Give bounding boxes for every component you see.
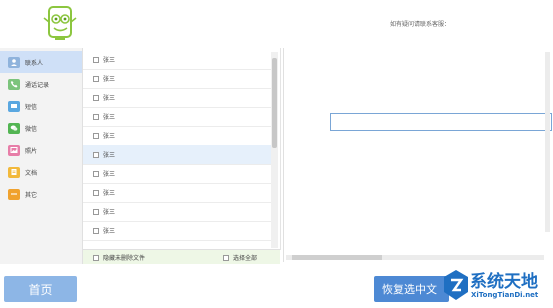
contact-name: 张三: [103, 171, 116, 178]
sidebar-item-label: 短信: [25, 103, 38, 111]
contact-row[interactable]: 张三: [83, 221, 273, 241]
preview-pane: [283, 48, 552, 262]
contact-row[interactable]: 张三: [83, 126, 273, 146]
contact-name: 张三: [103, 190, 116, 197]
sidebar-item-contacts[interactable]: 联系人: [0, 51, 82, 73]
restore-selected-button[interactable]: 恢复选中文: [374, 276, 449, 302]
contact-row[interactable]: 张三: [83, 88, 273, 108]
preview-horizontal-scrollbar[interactable]: [286, 255, 544, 260]
contact-row[interactable]: 张三: [83, 107, 273, 127]
row-checkbox[interactable]: [93, 75, 99, 82]
contact-name: 张三: [103, 209, 116, 216]
wechat-icon: [8, 122, 20, 134]
row-checkbox[interactable]: [93, 132, 99, 139]
row-checkbox[interactable]: [93, 189, 99, 196]
sidebar-item-other[interactable]: 其它: [0, 183, 82, 205]
sidebar-item-wechat[interactable]: 微信: [0, 117, 82, 139]
sidebar-item-photos[interactable]: 照片: [0, 139, 82, 161]
row-checkbox[interactable]: [93, 113, 99, 120]
contact-row[interactable]: 张三: [83, 145, 273, 165]
phone-icon: [8, 78, 20, 90]
sidebar-item-label: 照片: [25, 147, 38, 155]
document-icon: [8, 166, 20, 178]
contact-name: 张三: [103, 133, 116, 140]
contact-row[interactable]: 张三: [83, 202, 273, 222]
sidebar: 联系人 通话记录 短信 微信 照片 文档 其它: [0, 48, 83, 264]
contact-name: 张三: [103, 228, 116, 235]
sidebar-item-call-log[interactable]: 通话记录: [0, 73, 82, 95]
preview-vertical-scrollbar[interactable]: [545, 52, 550, 232]
contact-name: 张三: [103, 57, 116, 64]
contact-name: 张三: [103, 114, 116, 121]
other-icon: [8, 188, 20, 200]
row-checkbox[interactable]: [93, 56, 99, 63]
contact-row[interactable]: 张三: [83, 69, 273, 89]
contact-row[interactable]: 张三: [83, 50, 273, 70]
select-all-label: 选择全部: [233, 255, 258, 262]
contact-name: 张三: [103, 76, 116, 83]
select-all-checkbox[interactable]: [223, 254, 230, 261]
contact-row[interactable]: 张三: [83, 164, 273, 184]
contact-row[interactable]: 张三: [83, 183, 273, 203]
sidebar-item-documents[interactable]: 文档: [0, 161, 82, 183]
contact-list: 张三 张三 张三 张三 张三 张三 张三 张三 张三 张三: [83, 48, 281, 250]
row-checkbox[interactable]: [93, 227, 99, 234]
sidebar-item-label: 微信: [25, 125, 38, 133]
watermark: 系统天地 XiTongTianDi.net: [440, 264, 553, 308]
row-checkbox[interactable]: [93, 208, 99, 215]
header: 如有疑问请联系客服：: [0, 0, 553, 46]
row-checkbox[interactable]: [93, 151, 99, 158]
app-logo: [40, 4, 80, 42]
row-checkbox[interactable]: [93, 170, 99, 177]
photo-icon: [8, 144, 20, 156]
row-checkbox[interactable]: [93, 94, 99, 101]
sidebar-item-label: 文档: [25, 169, 38, 177]
watermark-url: XiTongTianDi.net: [471, 291, 539, 299]
hide-deleted-label: 隐藏未删除文件: [103, 255, 146, 262]
contacts-icon: [8, 56, 20, 68]
help-text: 如有疑问请联系客服：: [390, 21, 451, 28]
preview-text-field[interactable]: [330, 113, 552, 131]
sidebar-item-label: 通话记录: [25, 81, 50, 89]
contact-name: 张三: [103, 95, 116, 102]
watermark-title: 系统天地: [470, 272, 538, 292]
hide-deleted-checkbox[interactable]: [93, 254, 99, 261]
list-footer: 隐藏未删除文件 选择全部: [83, 249, 280, 265]
home-button[interactable]: 首页: [4, 276, 77, 302]
preview-scrollbar-thumb[interactable]: [292, 255, 382, 260]
sidebar-item-label: 联系人: [25, 59, 44, 67]
contact-name: 张三: [103, 152, 116, 159]
sidebar-item-label: 其它: [25, 191, 38, 199]
sms-icon: [8, 100, 20, 112]
list-scrollbar[interactable]: [271, 52, 278, 248]
watermark-logo-icon: [444, 270, 468, 300]
sidebar-item-sms[interactable]: 短信: [0, 95, 82, 117]
list-scrollbar-thumb[interactable]: [272, 58, 277, 148]
